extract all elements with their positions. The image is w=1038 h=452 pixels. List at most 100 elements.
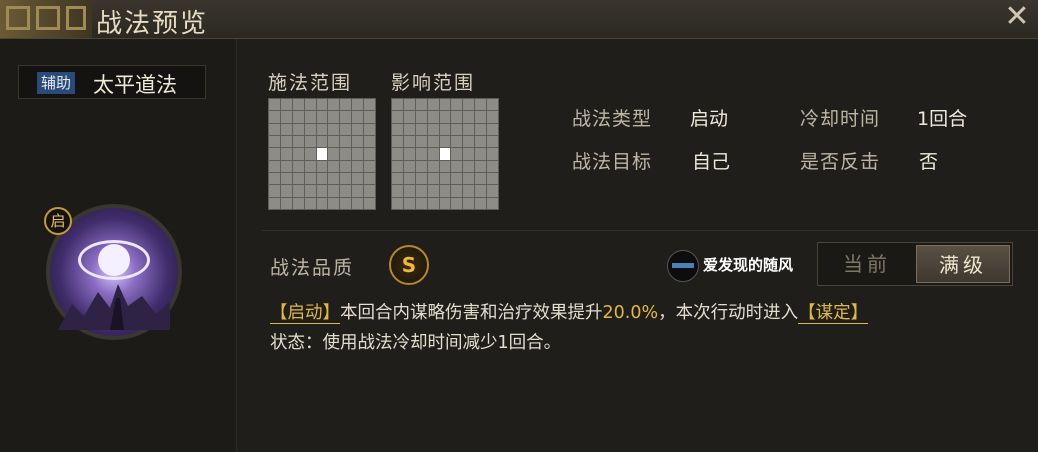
state-tag[interactable]: 【谋定】 xyxy=(798,303,869,324)
counter-value: 否 xyxy=(919,151,939,173)
grid-cell xyxy=(316,123,328,135)
quality-grade-badge: S xyxy=(389,245,429,285)
grid-cell xyxy=(280,160,292,172)
skill-target-label: 战法目标 xyxy=(572,151,653,173)
skill-type-value: 启动 xyxy=(690,108,729,130)
grid-cell xyxy=(463,111,475,123)
grid-cell xyxy=(364,123,375,135)
grid-cell xyxy=(487,172,498,185)
skill-description: 【启动】本回合内谋略伤害和治疗效果提升20.0%，本次行动时进入【谋定】 状态：… xyxy=(270,298,1035,358)
grid-cell xyxy=(304,148,316,160)
fret-ornament-icon xyxy=(66,6,86,30)
grid-cell xyxy=(364,135,375,148)
grid-cell xyxy=(415,160,427,172)
grid-cell xyxy=(439,99,451,111)
max-level-tab[interactable]: 满级 xyxy=(916,245,1010,283)
cast-range-grid xyxy=(268,98,376,210)
mountains-icon xyxy=(58,284,170,330)
grid-cell xyxy=(427,111,439,123)
grid-cell xyxy=(415,111,427,123)
cooldown-value: 1回合 xyxy=(917,108,968,130)
grid-cell xyxy=(328,99,340,111)
grid-cell xyxy=(463,148,475,160)
grid-cell xyxy=(269,197,280,209)
close-button[interactable]: ✕ xyxy=(1002,2,1032,32)
grid-cell xyxy=(328,148,340,160)
grid-cell xyxy=(439,135,451,148)
grid-cell xyxy=(415,99,427,111)
description-text: ，本次行动时进入 xyxy=(658,303,799,323)
grid-cell xyxy=(292,111,304,123)
grid-cell xyxy=(364,148,375,160)
role-tag: 辅助 xyxy=(37,72,76,94)
grid-cell xyxy=(439,123,451,135)
grid-cell xyxy=(487,135,498,148)
watermark-text: 爱发现的随风 xyxy=(703,256,794,274)
grid-cell xyxy=(475,135,487,148)
grid-cell xyxy=(415,135,427,148)
grid-cell xyxy=(352,99,364,111)
grid-cell xyxy=(427,135,439,148)
window-title: 战法预览 xyxy=(96,9,209,39)
grid-cell xyxy=(352,123,364,135)
grid-cell xyxy=(403,172,415,185)
grid-cell xyxy=(352,135,364,148)
grid-cell xyxy=(269,99,280,111)
quality-label: 战法品质 xyxy=(270,257,355,279)
current-level-tab[interactable]: 当前 xyxy=(820,245,914,283)
grid-cell xyxy=(463,197,475,209)
grid-cell xyxy=(304,172,316,185)
grid-cell xyxy=(352,148,364,160)
grid-cell xyxy=(403,135,415,148)
grid-cell xyxy=(475,172,487,185)
grid-cell xyxy=(475,160,487,172)
grid-cell xyxy=(340,185,352,197)
grid-cell xyxy=(403,148,415,160)
grid-cell xyxy=(340,172,352,185)
trigger-tag[interactable]: 【启动】 xyxy=(270,303,340,324)
grid-cell xyxy=(463,172,475,185)
grid-cell xyxy=(403,185,415,197)
grid-cell xyxy=(439,197,451,209)
grid-cell xyxy=(475,111,487,123)
grid-cell xyxy=(451,99,463,111)
grid-cell xyxy=(328,111,340,123)
skill-target-value: 自己 xyxy=(692,151,731,173)
grid-cell xyxy=(451,197,463,209)
grid-cell xyxy=(340,99,352,111)
grid-cell xyxy=(352,111,364,123)
grid-cell xyxy=(280,123,292,135)
grid-cell xyxy=(451,185,463,197)
level-toggle: 当前 满级 xyxy=(817,242,1013,286)
grid-cell xyxy=(364,99,375,111)
grid-cell xyxy=(403,111,415,123)
grid-cell xyxy=(292,185,304,197)
grid-cell xyxy=(328,135,340,148)
grid-cell xyxy=(403,123,415,135)
grid-cell xyxy=(392,172,403,185)
grid-cell xyxy=(316,185,328,197)
grid-cell xyxy=(328,123,340,135)
grid-cell xyxy=(280,111,292,123)
grid-cell xyxy=(392,160,403,172)
title-bar: 战法预览 ✕ xyxy=(0,0,1038,39)
eye-pupil-icon xyxy=(98,244,130,276)
grid-cell xyxy=(415,185,427,197)
description-line-1: 【启动】本回合内谋略伤害和治疗效果提升20.0%，本次行动时进入【谋定】 xyxy=(270,298,1035,328)
grid-cell xyxy=(364,172,375,185)
grid-cell xyxy=(415,172,427,185)
grid-cell xyxy=(340,111,352,123)
grid-cell xyxy=(364,160,375,172)
grid-cell xyxy=(280,99,292,111)
grid-cell xyxy=(487,148,498,160)
grid-cell xyxy=(427,197,439,209)
grid-cell xyxy=(292,123,304,135)
grid-cell xyxy=(316,111,328,123)
grid-cell xyxy=(451,160,463,172)
grid-cell xyxy=(316,135,328,148)
section-divider xyxy=(262,230,1038,231)
grid-cell xyxy=(415,197,427,209)
grid-cell xyxy=(415,148,427,160)
cast-range-label: 施法范围 xyxy=(268,72,353,94)
grid-cell xyxy=(439,172,451,185)
